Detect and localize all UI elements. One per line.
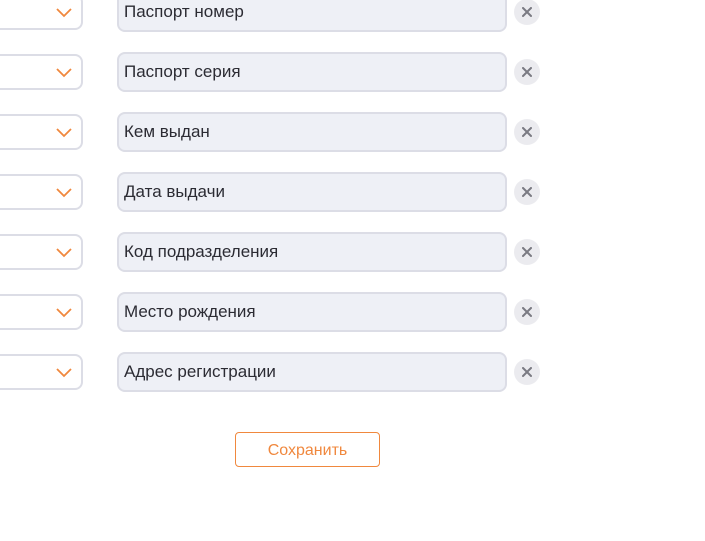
field-row: Дата выдачи	[0, 172, 705, 212]
field-mapping-form: Паспорт номер Паспорт серия Кем выдан Да…	[0, 0, 705, 541]
field-row: Паспорт номер	[0, 0, 705, 32]
field-name-input[interactable]: Место рождения	[117, 292, 507, 332]
field-type-select[interactable]	[0, 354, 83, 390]
field-row: Место рождения	[0, 292, 705, 332]
remove-field-button[interactable]	[514, 299, 540, 325]
chevron-down-icon	[56, 248, 72, 258]
field-type-select[interactable]	[0, 114, 83, 150]
remove-field-button[interactable]	[514, 239, 540, 265]
field-type-select[interactable]	[0, 234, 83, 270]
chevron-down-icon	[56, 128, 72, 138]
field-type-select[interactable]	[0, 294, 83, 330]
close-icon	[522, 247, 532, 257]
field-name-input[interactable]: Паспорт номер	[117, 0, 507, 32]
remove-field-button[interactable]	[514, 59, 540, 85]
remove-field-button[interactable]	[514, 179, 540, 205]
close-icon	[522, 67, 532, 77]
close-icon	[522, 127, 532, 137]
chevron-down-icon	[56, 308, 72, 318]
remove-field-button[interactable]	[514, 0, 540, 25]
field-type-select[interactable]	[0, 0, 83, 30]
field-type-select[interactable]	[0, 54, 83, 90]
field-type-select[interactable]	[0, 174, 83, 210]
close-icon	[522, 367, 532, 377]
close-icon	[522, 7, 532, 17]
field-name-input[interactable]: Код подразделения	[117, 232, 507, 272]
chevron-down-icon	[56, 368, 72, 378]
field-name-input[interactable]: Паспорт серия	[117, 52, 507, 92]
field-name-input[interactable]: Адрес регистрации	[117, 352, 507, 392]
field-row: Паспорт серия	[0, 52, 705, 92]
chevron-down-icon	[56, 188, 72, 198]
remove-field-button[interactable]	[514, 119, 540, 145]
chevron-down-icon	[56, 8, 72, 18]
remove-field-button[interactable]	[514, 359, 540, 385]
chevron-down-icon	[56, 68, 72, 78]
field-row: Код подразделения	[0, 232, 705, 272]
field-name-input[interactable]: Дата выдачи	[117, 172, 507, 212]
field-row: Адрес регистрации	[0, 352, 705, 392]
field-name-input[interactable]: Кем выдан	[117, 112, 507, 152]
save-button[interactable]: Сохранить	[235, 432, 380, 467]
close-icon	[522, 187, 532, 197]
close-icon	[522, 307, 532, 317]
field-row: Кем выдан	[0, 112, 705, 152]
